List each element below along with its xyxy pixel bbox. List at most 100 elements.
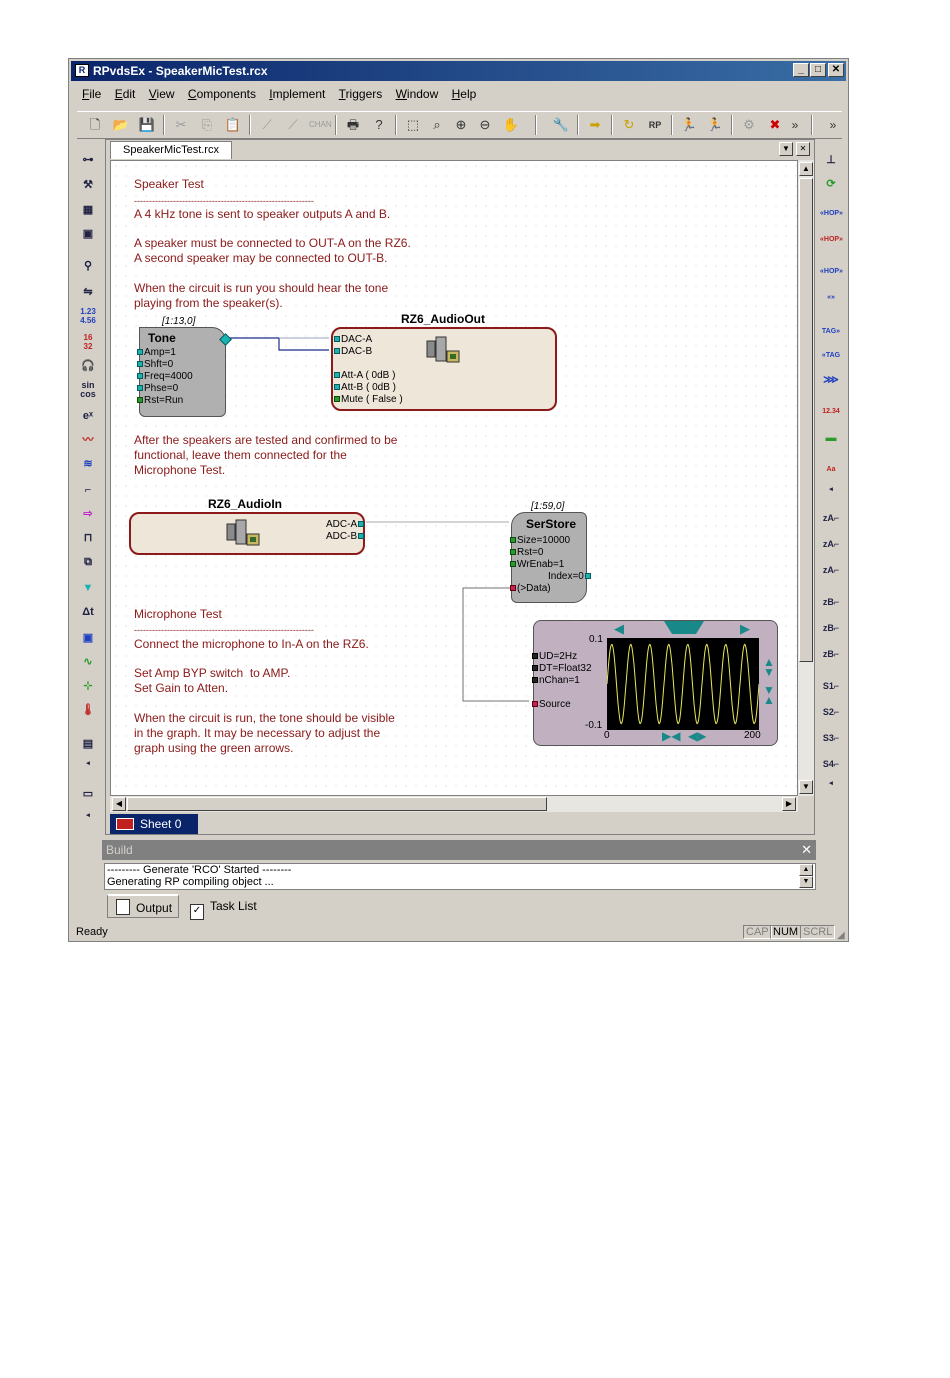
copy-icon[interactable]: ⎘ (197, 115, 217, 135)
paste-icon[interactable]: 📋 (223, 115, 243, 135)
palette-grid-icon[interactable]: ▤ (77, 735, 99, 753)
build-close-icon[interactable]: ✕ (801, 840, 812, 860)
palette-blocks-icon[interactable]: ▦ (77, 201, 99, 219)
minimize-icon[interactable]: _ (793, 63, 809, 77)
close-icon[interactable]: ✕ (828, 63, 844, 77)
menu-components[interactable]: Components (183, 85, 261, 103)
palette-numeric-icon[interactable]: 1.23 4.56 (77, 307, 99, 325)
vertical-scroll-thumb[interactable] (799, 178, 813, 662)
menu-edit[interactable]: Edit (110, 85, 141, 103)
palette-left-arrow-icon[interactable]: ◂ (77, 755, 99, 773)
palette-left-arrow-icon-r[interactable]: ◂ (820, 481, 842, 499)
pan-hand-icon[interactable]: ✋ (501, 115, 521, 135)
audioout-block[interactable]: DAC-A DAC-B Att-A ( 0dB ) Att-B ( 0dB ) … (331, 327, 557, 411)
palette-s3-icon[interactable]: S3⌐ (820, 729, 842, 747)
scope-hshrink-icon[interactable]: ▶◀ (662, 729, 680, 743)
palette-arrows-icon[interactable]: ⇋ (77, 283, 99, 301)
palette-filter-icon[interactable]: ≋ (77, 455, 99, 473)
open-folder-icon[interactable]: 📂 (111, 115, 131, 135)
load-rp-icon[interactable]: RP (645, 115, 665, 135)
palette-exp-icon[interactable]: eˣ (77, 407, 99, 425)
thermometer-icon[interactable]: 🌡 (77, 701, 99, 719)
palette-copy-icon[interactable]: ⧉ (77, 553, 99, 571)
palette-merge-icon[interactable]: ⋙ (820, 371, 842, 389)
palette-response-icon[interactable]: ⌐ (77, 481, 99, 499)
save-icon[interactable]: 💾 (137, 115, 157, 135)
audioin-block[interactable]: ADC-A ADC-B (129, 512, 365, 555)
palette-wire-icon[interactable]: ⊥ (820, 151, 842, 169)
palette-left-arrow-icon-r2[interactable]: ◂ (820, 775, 842, 793)
resize-grip-icon[interactable]: ◢ (837, 927, 845, 945)
palette-s1-icon[interactable]: S1⌐ (820, 677, 842, 695)
menu-file[interactable]: File (77, 85, 106, 103)
build-output[interactable]: --------- Generate 'RCO' Started -------… (104, 863, 816, 890)
palette-tag-in-icon[interactable]: «TAG (820, 347, 842, 365)
scope-block[interactable]: UD=2Hz DT=Float32 nChan=1 Source 0.1 -0.… (532, 620, 778, 746)
palette-hop-icon-2[interactable]: «HOP» (820, 263, 843, 281)
palette-stack-icon[interactable]: ▣ (77, 225, 99, 243)
scroll-right-icon[interactable]: ▶ (782, 797, 796, 811)
scroll-left-icon[interactable]: ◀ (112, 797, 126, 811)
palette-pulse-icon[interactable]: ⊓ (77, 529, 99, 547)
zoom-out-icon[interactable]: ⊖ (475, 115, 495, 135)
channel-icon[interactable]: CHAN (309, 115, 332, 135)
toolbar-overflow-right-icon[interactable]: » (823, 115, 843, 135)
palette-search-icon[interactable]: ⚲ (77, 257, 99, 275)
palette-s2-icon[interactable]: S2⌐ (820, 703, 842, 721)
edit-line-icon[interactable]: ⟋ (283, 115, 303, 135)
palette-hop-out-icon[interactable]: «HOP» (820, 231, 843, 249)
title-bar[interactable]: R RPvdsEx - SpeakerMicTest.rcx _ □ ✕ (71, 61, 846, 81)
palette-za-icon-2[interactable]: zA⌐ (820, 535, 842, 553)
palette-tag-out-icon[interactable]: TAG» (820, 323, 842, 341)
serstore-block[interactable]: SerStore Size=10000 Rst=0 WrEnab=1 Index… (510, 512, 591, 603)
palette-value-icon[interactable]: 12.34 (820, 403, 842, 421)
build-scroll-up-icon[interactable]: ▲ (799, 864, 813, 876)
scope-shift-down-icon[interactable] (664, 621, 704, 634)
scope-arrow-right-icon[interactable]: ▶ (740, 622, 750, 635)
palette-device-icon[interactable]: ▣ (77, 629, 99, 647)
tone-block[interactable]: Tone Amp=1 Shft=0 Freq=4000 Phse=0 Rst=R… (137, 327, 232, 417)
palette-hop-in-icon[interactable]: «HOP» (820, 205, 843, 223)
tab-output[interactable]: Output (107, 894, 179, 918)
palette-hop-icon-3[interactable]: «» (820, 289, 842, 307)
menu-help[interactable]: Help (447, 85, 482, 103)
palette-bits-icon[interactable]: 16 32 (77, 333, 99, 351)
connect-icon[interactable]: ⟋ (257, 115, 277, 135)
build-scroll-down-icon[interactable]: ▼ (799, 876, 813, 888)
vertical-scrollbar[interactable]: ▲ ▼ (798, 160, 814, 796)
scroll-up-icon[interactable]: ▲ (799, 162, 813, 176)
palette-funnel-icon[interactable]: ▼ (77, 579, 99, 597)
palette-s4-icon[interactable]: S4⌐ (820, 755, 842, 773)
menu-implement[interactable]: Implement (264, 85, 330, 103)
palette-text-icon[interactable]: Aa (820, 461, 842, 479)
sheet-tab[interactable]: Sheet 0 (110, 814, 198, 834)
palette-zb-icon-3[interactable]: zB⌐ (820, 645, 842, 663)
palette-refresh-icon[interactable]: ⟳ (820, 175, 842, 193)
palette-io-icon[interactable]: ⊶ (77, 151, 99, 169)
zoom-in-icon[interactable]: ⊕ (451, 115, 471, 135)
palette-zb-icon-1[interactable]: zB⌐ (820, 593, 842, 611)
palette-zb-icon-2[interactable]: zB⌐ (820, 619, 842, 637)
print-icon[interactable]: 🖶 (343, 115, 363, 135)
headphones-icon[interactable]: 🎧 (77, 357, 99, 375)
remove-icon[interactable]: ✖ (765, 115, 785, 135)
doc-close-icon[interactable]: ✕ (796, 142, 810, 156)
doc-dropdown-icon[interactable]: ▼ (779, 142, 793, 156)
wrench-icon[interactable]: 🔧 (551, 115, 571, 135)
scope-vzoom-icon[interactable]: ▲ ▼ (763, 656, 775, 678)
palette-sincos-icon[interactable]: sin cos (77, 381, 99, 399)
palette-signal-icon[interactable]: ∿ (77, 653, 99, 671)
scope-arrow-left-icon[interactable]: ◀ (614, 622, 624, 635)
run-icon[interactable]: 🏃 (679, 115, 699, 135)
tab-task-list[interactable]: ✓ Task List (184, 894, 260, 920)
menu-window[interactable]: Window (391, 85, 444, 103)
palette-tree-icon[interactable]: ⊹ (77, 677, 99, 695)
horizontal-scrollbar[interactable]: ◀ ▶ (110, 796, 798, 812)
zoom-fit-icon[interactable]: ⌕ (427, 115, 447, 135)
palette-za-icon-3[interactable]: zA⌐ (820, 561, 842, 579)
palette-noise-icon[interactable]: 〰 (77, 431, 99, 449)
scope-vshrink-icon[interactable]: ▼ ▲ (763, 684, 775, 706)
palette-tools-icon[interactable]: ⚒ (77, 176, 99, 194)
cut-icon[interactable]: ✂ (171, 115, 191, 135)
reload-icon[interactable]: ↻ (619, 115, 639, 135)
